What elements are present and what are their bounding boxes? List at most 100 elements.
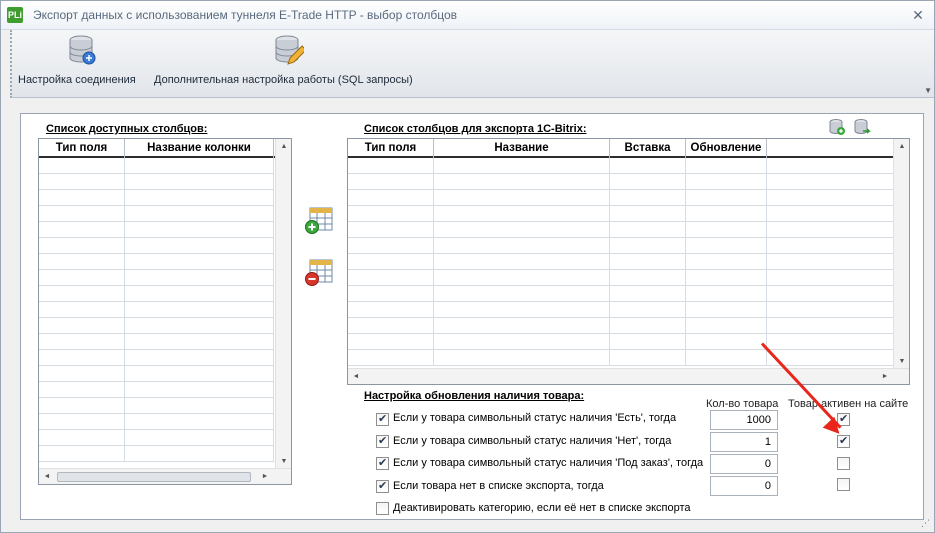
table-cell[interactable] <box>434 286 610 301</box>
table-cell[interactable] <box>686 334 767 349</box>
table-cell[interactable] <box>348 158 434 173</box>
not-in-export-active-checkbox[interactable] <box>837 478 850 491</box>
table-cell[interactable] <box>610 286 686 301</box>
column-header-field-type[interactable]: Тип поля <box>39 139 125 158</box>
not-in-export-qty-input[interactable]: 0 <box>710 476 778 496</box>
table-cell[interactable] <box>348 190 434 205</box>
table-cell[interactable] <box>686 318 767 333</box>
column-header-extra[interactable] <box>767 139 894 158</box>
table-cell[interactable] <box>125 398 274 413</box>
table-cell[interactable] <box>434 174 610 189</box>
table-cell[interactable] <box>767 190 894 205</box>
status-order-checkbox[interactable] <box>376 456 389 470</box>
table-cell[interactable] <box>686 174 767 189</box>
table-cell[interactable] <box>686 158 767 173</box>
available-columns-hscroll[interactable]: ◄ ► <box>39 468 291 484</box>
status-yes-qty-input[interactable]: 1000 <box>710 410 778 430</box>
table-row[interactable] <box>348 222 894 238</box>
table-cell[interactable] <box>686 270 767 285</box>
scroll-left-icon[interactable]: ◄ <box>39 469 55 484</box>
table-cell[interactable] <box>39 286 125 301</box>
deactivate-category-checkbox[interactable] <box>376 502 389 515</box>
table-cell[interactable] <box>610 222 686 237</box>
table-cell[interactable] <box>125 238 274 253</box>
table-cell[interactable] <box>39 382 125 397</box>
table-cell[interactable] <box>348 286 434 301</box>
table-cell[interactable] <box>39 270 125 285</box>
table-cell[interactable] <box>610 270 686 285</box>
status-yes-checkbox[interactable] <box>376 412 389 426</box>
table-cell[interactable] <box>39 302 125 317</box>
table-cell[interactable] <box>610 174 686 189</box>
table-row[interactable] <box>39 302 274 318</box>
table-cell[interactable] <box>767 286 894 301</box>
export-columns-grid[interactable]: Тип поля Название Вставка Обновление ▲ ▼… <box>347 138 910 385</box>
table-cell[interactable] <box>125 366 274 381</box>
table-cell[interactable] <box>39 366 125 381</box>
add-column-icon[interactable] <box>304 205 334 235</box>
table-cell[interactable] <box>125 206 274 221</box>
table-row[interactable] <box>39 398 274 414</box>
table-cell[interactable] <box>610 206 686 221</box>
table-cell[interactable] <box>348 222 434 237</box>
table-row[interactable] <box>348 190 894 206</box>
table-cell[interactable] <box>610 302 686 317</box>
table-cell[interactable] <box>610 334 686 349</box>
table-cell[interactable] <box>767 350 894 365</box>
export-columns-hscroll[interactable]: ◄ ► <box>348 368 909 384</box>
scroll-thumb[interactable] <box>57 472 251 482</box>
table-row[interactable] <box>39 190 274 206</box>
table-cell[interactable] <box>348 206 434 221</box>
table-cell[interactable] <box>125 334 274 349</box>
table-row[interactable] <box>39 350 274 366</box>
table-row[interactable] <box>348 158 894 174</box>
table-cell[interactable] <box>686 238 767 253</box>
table-cell[interactable] <box>39 318 125 333</box>
table-row[interactable] <box>348 174 894 190</box>
table-row[interactable] <box>39 270 274 286</box>
table-row[interactable] <box>39 430 274 446</box>
table-cell[interactable] <box>767 318 894 333</box>
table-cell[interactable] <box>434 206 610 221</box>
table-cell[interactable] <box>434 254 610 269</box>
table-row[interactable] <box>39 382 274 398</box>
toolbar-overflow-icon[interactable]: ▼ <box>924 86 932 95</box>
table-cell[interactable] <box>39 158 125 173</box>
table-cell[interactable] <box>610 158 686 173</box>
table-cell[interactable] <box>39 350 125 365</box>
table-cell[interactable] <box>434 350 610 365</box>
table-cell[interactable] <box>125 430 274 445</box>
table-cell[interactable] <box>125 190 274 205</box>
table-cell[interactable] <box>125 222 274 237</box>
column-header-field-type[interactable]: Тип поля <box>348 139 434 158</box>
table-cell[interactable] <box>434 270 610 285</box>
table-cell[interactable] <box>39 398 125 413</box>
connection-settings-button[interactable]: Настройка соединения <box>18 32 152 94</box>
table-row[interactable] <box>348 286 894 302</box>
table-cell[interactable] <box>125 302 274 317</box>
column-header-update[interactable]: Обновление <box>686 139 767 158</box>
status-order-active-checkbox[interactable] <box>837 457 850 470</box>
table-cell[interactable] <box>125 414 274 429</box>
scroll-left-icon[interactable]: ◄ <box>348 369 364 384</box>
table-cell[interactable] <box>39 430 125 445</box>
table-row[interactable] <box>39 414 274 430</box>
table-cell[interactable] <box>610 318 686 333</box>
table-cell[interactable] <box>348 270 434 285</box>
table-row[interactable] <box>348 238 894 254</box>
resize-grip-icon[interactable]: ⋰ <box>921 518 930 529</box>
advanced-settings-button[interactable]: Дополнительная настройка работы (SQL зап… <box>154 32 426 94</box>
table-cell[interactable] <box>125 158 274 173</box>
table-row[interactable] <box>39 174 274 190</box>
table-row[interactable] <box>348 334 894 350</box>
table-cell[interactable] <box>434 238 610 253</box>
table-cell[interactable] <box>39 238 125 253</box>
remove-column-icon[interactable] <box>304 257 334 287</box>
table-row[interactable] <box>39 334 274 350</box>
table-cell[interactable] <box>39 190 125 205</box>
table-row[interactable] <box>348 302 894 318</box>
table-cell[interactable] <box>686 222 767 237</box>
table-cell[interactable] <box>610 254 686 269</box>
table-cell[interactable] <box>610 350 686 365</box>
table-cell[interactable] <box>434 334 610 349</box>
